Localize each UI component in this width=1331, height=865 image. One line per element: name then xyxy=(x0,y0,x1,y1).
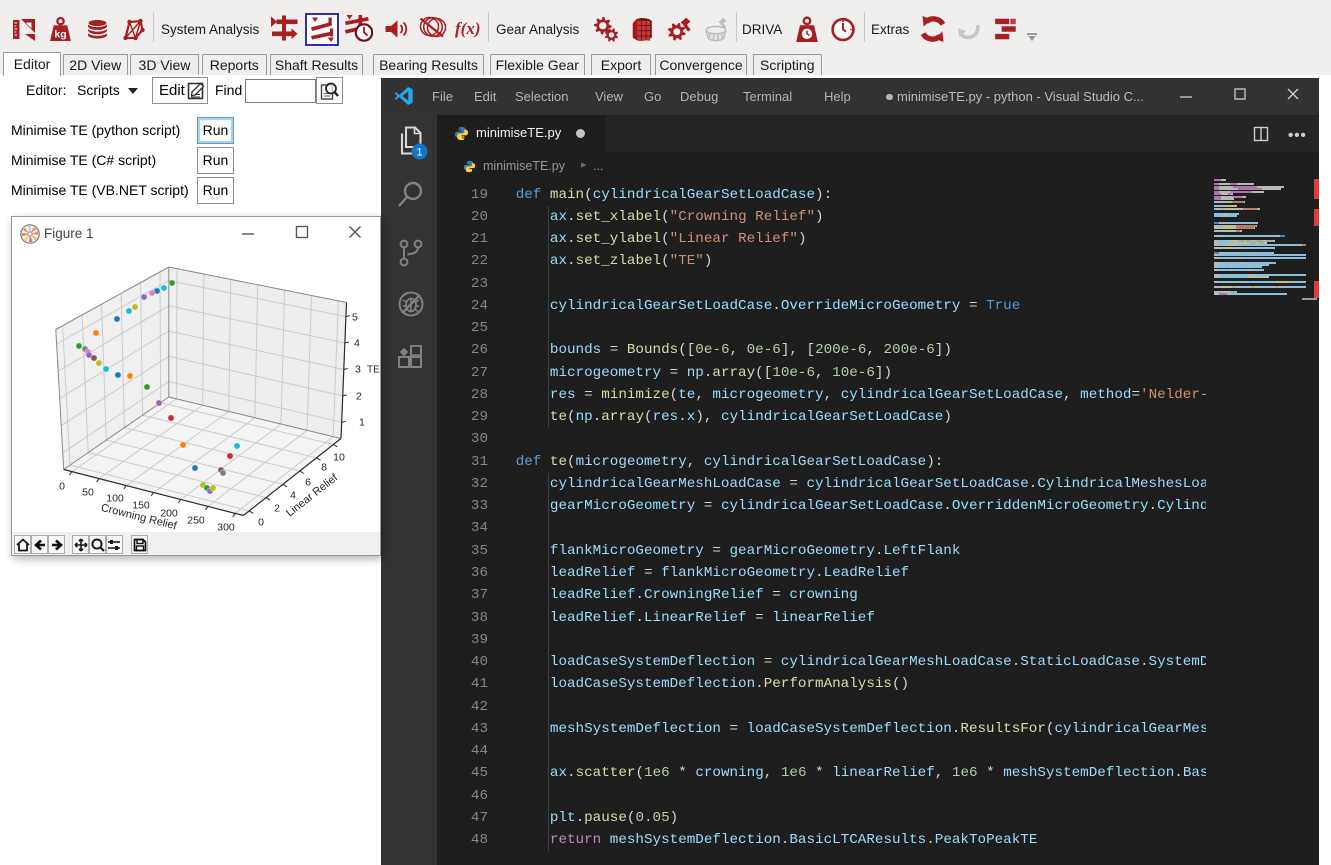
svg-text:10: 10 xyxy=(333,452,345,464)
svg-text:8: 8 xyxy=(321,462,327,474)
svg-text:0: 0 xyxy=(258,517,264,529)
svg-text:4: 4 xyxy=(290,490,296,502)
svg-text:2: 2 xyxy=(356,391,362,403)
svg-text:kg: kg xyxy=(54,29,66,40)
svg-text:6: 6 xyxy=(305,477,311,489)
svg-text:1: 1 xyxy=(359,417,365,429)
svg-text:0: 0 xyxy=(59,481,65,493)
svg-text:4: 4 xyxy=(354,338,360,350)
svg-text:1: 1 xyxy=(416,147,422,159)
svg-text:2: 2 xyxy=(274,503,280,515)
svg-text:3: 3 xyxy=(355,364,361,376)
svg-text:TE: TE xyxy=(367,365,380,376)
svg-text:50: 50 xyxy=(82,487,94,499)
svg-text:5: 5 xyxy=(352,312,358,324)
svg-text:250: 250 xyxy=(187,515,205,527)
